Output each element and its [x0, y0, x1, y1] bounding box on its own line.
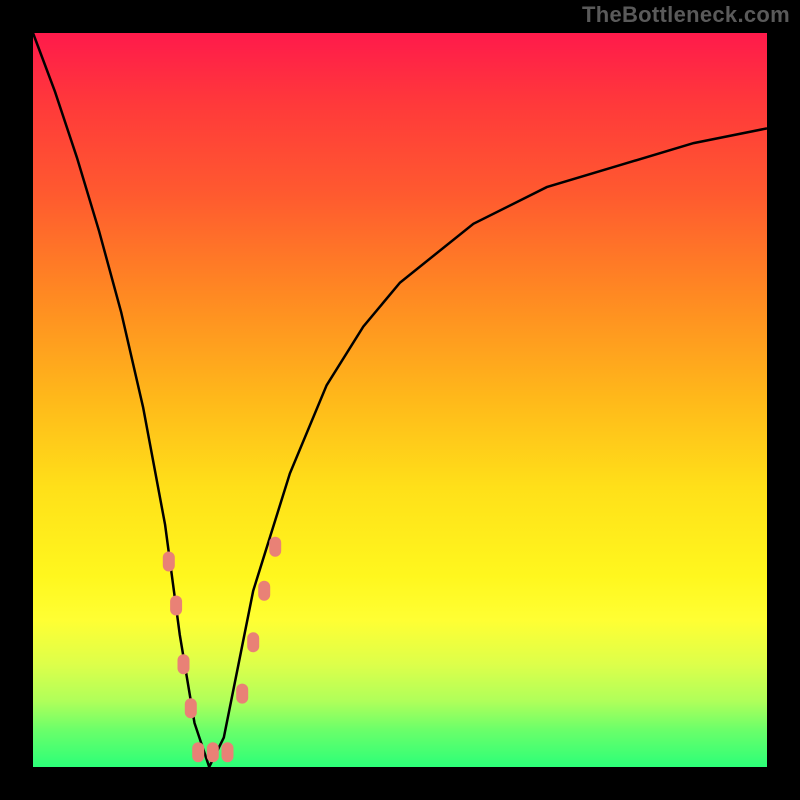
bottleneck-curve [33, 33, 767, 767]
marker-dot [163, 552, 175, 572]
marker-dot [178, 654, 190, 674]
plot-area [33, 33, 767, 767]
marker-dot [185, 698, 197, 718]
marker-dot [269, 537, 281, 557]
marker-dot [236, 684, 248, 704]
marker-dot [170, 596, 182, 616]
marker-dot [192, 742, 204, 762]
marker-dot [222, 742, 234, 762]
chart-frame: TheBottleneck.com [0, 0, 800, 800]
marker-dot [247, 632, 259, 652]
watermark-text: TheBottleneck.com [582, 2, 790, 28]
marker-dot [258, 581, 270, 601]
curve-svg [33, 33, 767, 767]
marker-group [163, 537, 281, 763]
marker-dot [207, 742, 219, 762]
